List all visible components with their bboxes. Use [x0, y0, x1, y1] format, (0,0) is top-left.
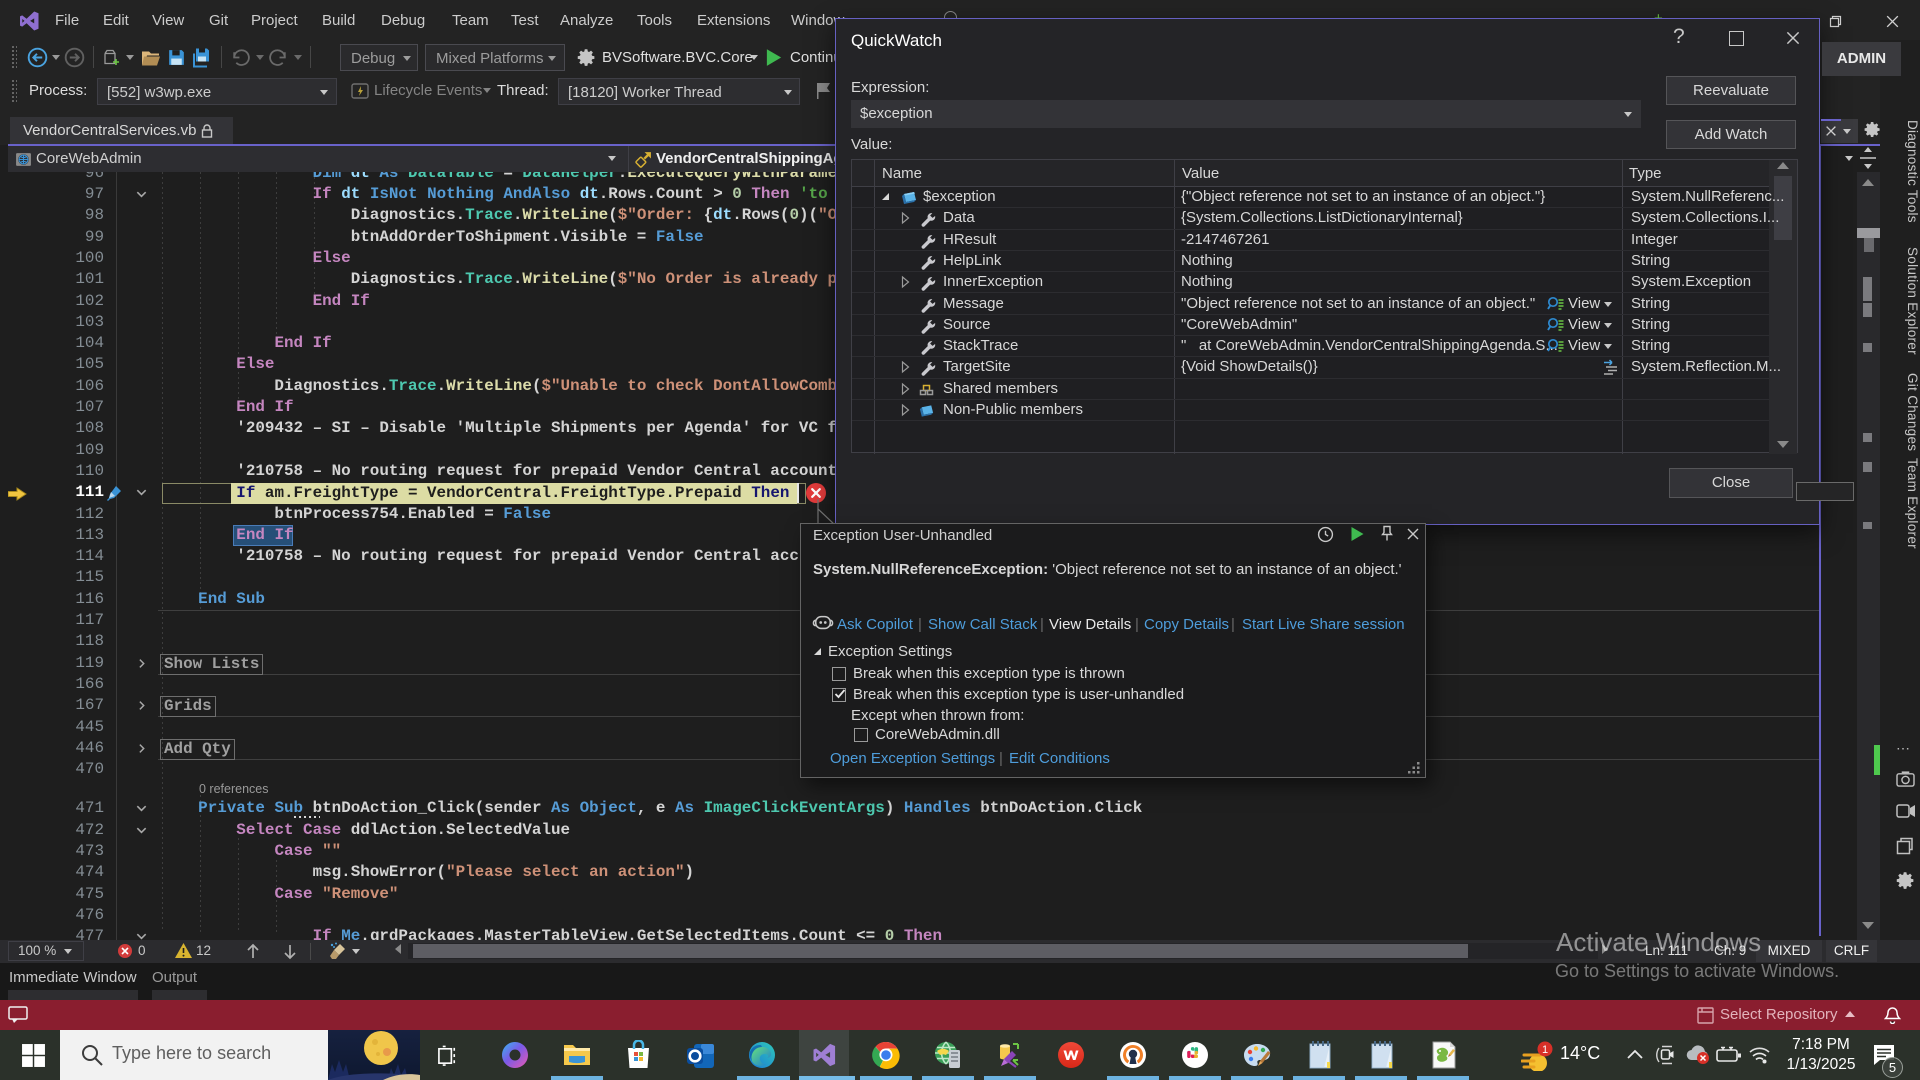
svg-text:1: 1 — [1542, 1044, 1548, 1056]
